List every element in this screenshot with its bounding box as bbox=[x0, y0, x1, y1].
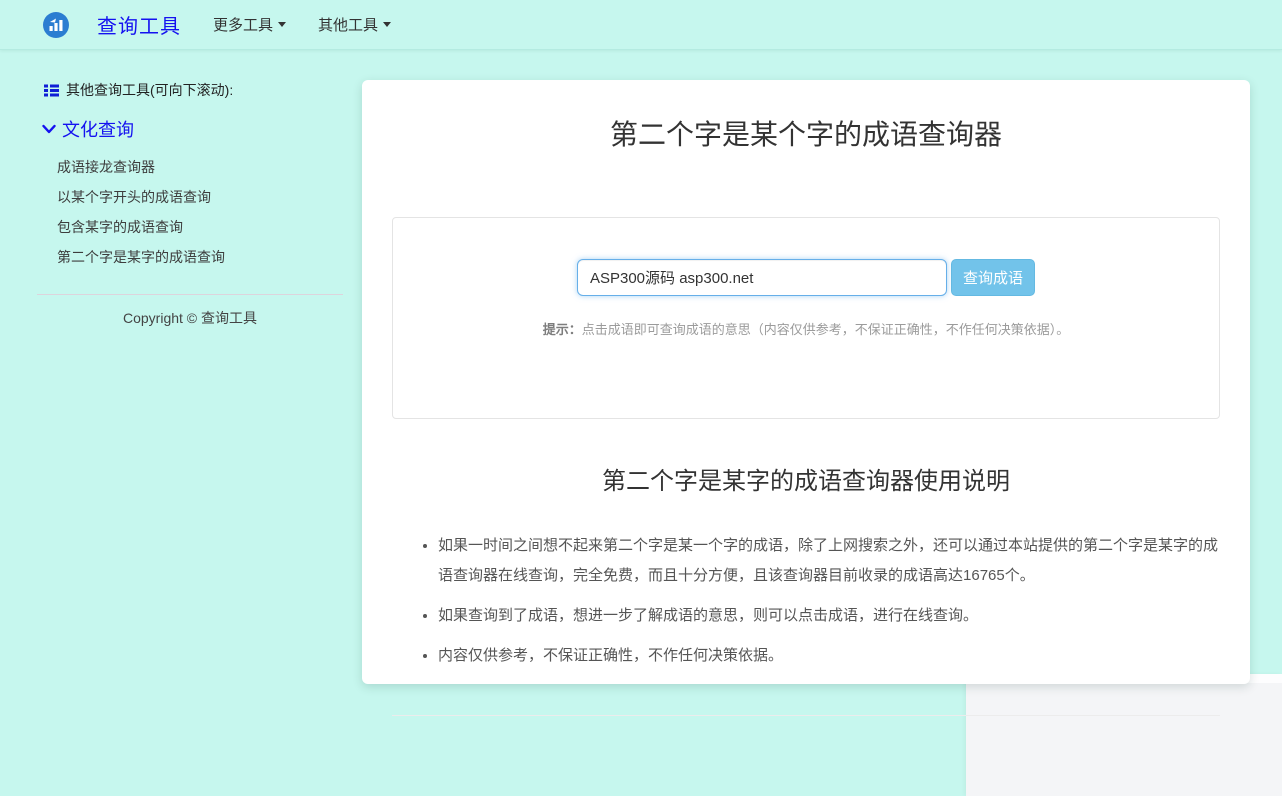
search-input-group: 查询成语 bbox=[393, 259, 1219, 296]
usage-point: 如果查询到了成语，想进一步了解成语的意思，则可以点击成语，进行在线查询。 bbox=[438, 601, 1220, 631]
caret-down-icon bbox=[383, 22, 391, 27]
card-bottom-divider bbox=[392, 715, 1220, 716]
sidebar-tool-list: 成语接龙查询器 以某个字开头的成语查询 包含某字的成语查询 第二个字是某字的成语… bbox=[37, 152, 343, 272]
query-idiom-button[interactable]: 查询成语 bbox=[951, 259, 1035, 296]
hint-text: 点击成语即可查询成语的意思（内容仅供参考，不保证正确性，不作任何决策依据）。 bbox=[582, 322, 1070, 337]
ad-placeholder bbox=[966, 674, 1282, 796]
top-navbar: 查询工具 更多工具 其他工具 bbox=[0, 0, 1282, 50]
main-content-card: 第二个字是某个字的成语查询器 查询成语 提示：点击成语即可查询成语的意思（内容仅… bbox=[362, 80, 1250, 684]
brand-title[interactable]: 查询工具 bbox=[97, 10, 181, 39]
nav-menu-more-tools[interactable]: 更多工具 bbox=[213, 14, 286, 35]
nav-menu-other-tools[interactable]: 其他工具 bbox=[318, 14, 391, 35]
hint-prefix: 提示： bbox=[543, 322, 582, 337]
sidebar-divider bbox=[37, 294, 343, 295]
site-logo-chart-icon[interactable] bbox=[43, 12, 69, 38]
nav-menu-other-tools-label: 其他工具 bbox=[318, 14, 378, 35]
sidebar-item-idiom-second-char[interactable]: 第二个字是某字的成语查询 bbox=[37, 242, 343, 272]
usage-section-title: 第二个字是某字的成语查询器使用说明 bbox=[392, 461, 1220, 496]
list-icon bbox=[44, 84, 59, 97]
query-panel: 查询成语 提示：点击成语即可查询成语的意思（内容仅供参考，不保证正确性，不作任何… bbox=[392, 217, 1220, 419]
sidebar-category-label: 文化查询 bbox=[62, 116, 134, 142]
sidebar-category-culture-query[interactable]: 文化查询 bbox=[37, 116, 343, 142]
chevron-down-icon bbox=[41, 122, 57, 136]
nav-menu-more-tools-label: 更多工具 bbox=[213, 14, 273, 35]
caret-down-icon bbox=[278, 22, 286, 27]
copyright-text: Copyright © 查询工具 bbox=[37, 308, 343, 328]
page-title: 第二个字是某个字的成语查询器 bbox=[392, 113, 1220, 153]
sidebar-header-label: 其他查询工具(可向下滚动): bbox=[66, 80, 233, 100]
usage-instructions-list: 如果一时间之间想不起来第二个字是某一个字的成语，除了上网搜索之外，还可以通过本站… bbox=[420, 531, 1220, 671]
sidebar-header: 其他查询工具(可向下滚动): bbox=[37, 80, 343, 100]
idiom-search-input[interactable] bbox=[577, 259, 947, 296]
sidebar: 其他查询工具(可向下滚动): 文化查询 成语接龙查询器 以某个字开头的成语查询 … bbox=[0, 50, 366, 328]
sidebar-item-idiom-starts-with[interactable]: 以某个字开头的成语查询 bbox=[37, 182, 343, 212]
sidebar-item-idiom-solitaire[interactable]: 成语接龙查询器 bbox=[37, 152, 343, 182]
usage-point: 内容仅供参考，不保证正确性，不作任何决策依据。 bbox=[438, 641, 1220, 671]
usage-point: 如果一时间之间想不起来第二个字是某一个字的成语，除了上网搜索之外，还可以通过本站… bbox=[438, 531, 1220, 591]
search-hint: 提示：点击成语即可查询成语的意思（内容仅供参考，不保证正确性，不作任何决策依据）… bbox=[393, 319, 1219, 338]
sidebar-item-idiom-contains[interactable]: 包含某字的成语查询 bbox=[37, 212, 343, 242]
